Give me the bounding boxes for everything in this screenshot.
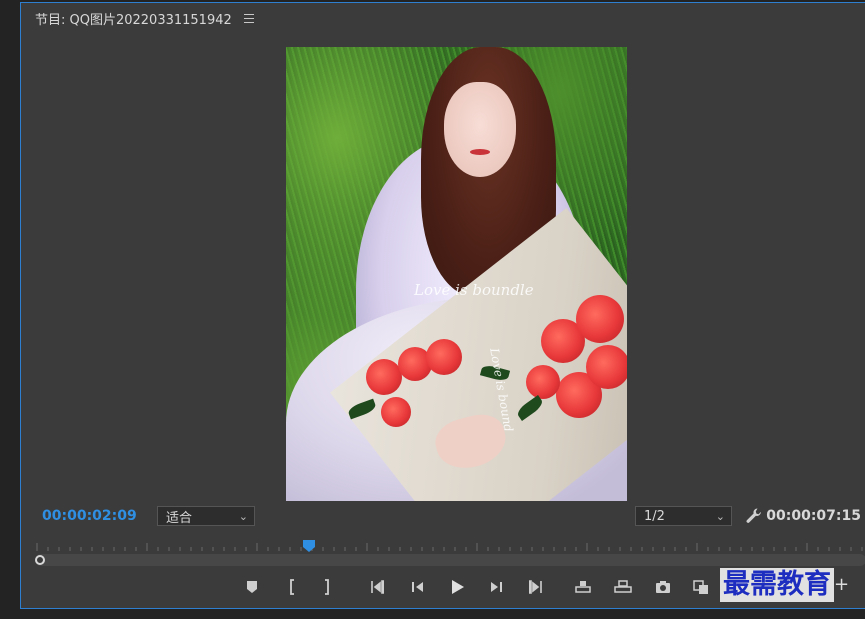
mark-in-icon bbox=[290, 579, 294, 595]
play-button[interactable] bbox=[445, 575, 469, 599]
step-forward-icon bbox=[491, 582, 502, 592]
lift-icon bbox=[575, 581, 591, 593]
step-back-icon bbox=[412, 582, 423, 592]
resolution-select-value: 1/2 bbox=[644, 508, 665, 524]
scrollbar-handle[interactable] bbox=[35, 555, 45, 565]
zoom-scrollbar[interactable] bbox=[35, 554, 865, 566]
panel-menu-icon[interactable] bbox=[243, 13, 254, 23]
video-frame[interactable]: Love is boundle Love is bound bbox=[286, 47, 627, 501]
duration-timecode: 00:00:07:15 bbox=[766, 508, 861, 524]
rose bbox=[526, 365, 560, 399]
add-marker-button[interactable] bbox=[240, 575, 264, 599]
mark-in-button[interactable] bbox=[280, 575, 304, 599]
rose bbox=[381, 397, 411, 427]
face-image-region bbox=[444, 82, 516, 177]
fit-zoom-select[interactable]: 适合 ⌄ bbox=[157, 506, 255, 526]
watermark-logo: 最需教育 bbox=[720, 568, 834, 602]
rose bbox=[576, 295, 624, 343]
lift-button[interactable] bbox=[571, 575, 595, 599]
playback-resolution-select[interactable]: 1/2 ⌄ bbox=[635, 506, 732, 526]
ruler-ticks bbox=[36, 543, 863, 551]
frame-overlay-text: Love is boundle bbox=[414, 281, 534, 299]
step-forward-button[interactable] bbox=[484, 575, 508, 599]
plus-icon[interactable]: + bbox=[834, 574, 849, 595]
camera-icon bbox=[656, 581, 670, 593]
compare-view-button[interactable] bbox=[689, 575, 713, 599]
panel-title[interactable]: 节目: QQ图片20220331151942 bbox=[35, 9, 232, 28]
wrench-settings-icon[interactable] bbox=[745, 507, 763, 525]
go-to-in-button[interactable] bbox=[366, 575, 390, 599]
mark-out-button[interactable] bbox=[315, 575, 339, 599]
chevron-down-icon: ⌄ bbox=[238, 510, 248, 523]
panel-header: 节目: QQ图片20220331151942 bbox=[35, 9, 254, 28]
export-frame-button[interactable] bbox=[651, 575, 675, 599]
rose bbox=[366, 359, 402, 395]
extract-button[interactable] bbox=[611, 575, 635, 599]
go-to-in-icon bbox=[371, 580, 384, 594]
go-to-out-button[interactable] bbox=[523, 575, 547, 599]
extract-icon bbox=[614, 580, 632, 593]
rose bbox=[426, 339, 462, 375]
current-timecode[interactable]: 00:00:02:09 bbox=[42, 508, 137, 524]
marker-icon bbox=[247, 581, 257, 593]
go-to-out-icon bbox=[529, 580, 542, 594]
step-back-button[interactable] bbox=[406, 575, 430, 599]
lips-image-region bbox=[470, 149, 490, 155]
compare-view-icon bbox=[693, 580, 708, 594]
fit-select-value: 适合 bbox=[166, 510, 193, 526]
time-ruler[interactable] bbox=[35, 533, 865, 555]
playhead-marker[interactable] bbox=[302, 538, 316, 552]
rose bbox=[586, 345, 627, 389]
mark-out-icon bbox=[325, 579, 329, 595]
chevron-down-icon: ⌄ bbox=[715, 510, 725, 523]
program-monitor-panel: 节目: QQ图片20220331151942 Love is boundle L… bbox=[20, 2, 865, 609]
play-icon bbox=[452, 580, 464, 594]
